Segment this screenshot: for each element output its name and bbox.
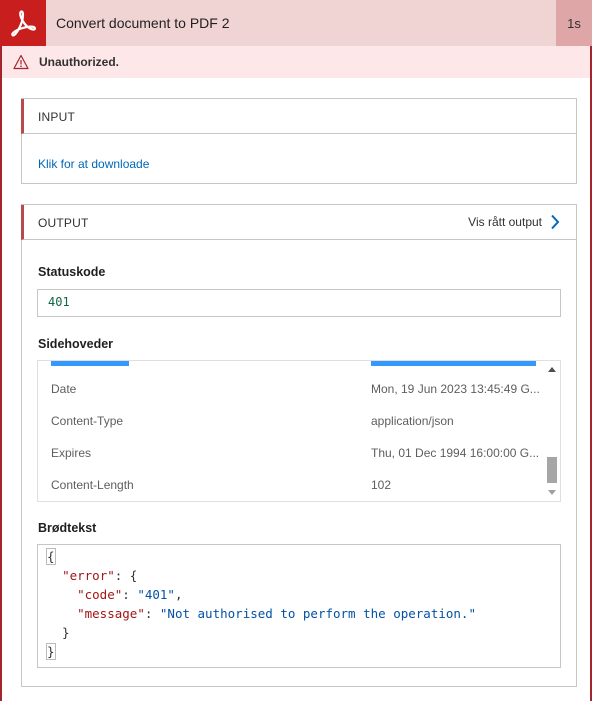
scrollbar-thumb[interactable] [547, 457, 557, 483]
table-row: Content-Length 102 [38, 470, 546, 501]
status-code-field: 401 [37, 289, 561, 317]
action-header[interactable]: Convert document to PDF 2 1s [0, 0, 592, 46]
duration-badge: 1s [556, 0, 592, 46]
json-key: "error" [62, 568, 115, 583]
error-banner: Unauthorized. [2, 46, 590, 78]
input-section-label: INPUT [38, 110, 75, 124]
adobe-acrobat-icon [0, 0, 46, 46]
show-raw-output-label: Vis rått output [468, 215, 542, 229]
header-key: Content-Type [51, 414, 124, 428]
response-body: { "error": { "code": "401", "message": "… [37, 544, 561, 668]
json-value: "401" [137, 587, 175, 602]
input-section: INPUT Klik for at downloade [21, 98, 577, 184]
header-value: 102 [371, 478, 392, 492]
output-section-header: OUTPUT Vis rått output [21, 205, 576, 240]
json-key: "message" [77, 606, 145, 621]
json-value: "Not authorised to perform the operation… [159, 606, 476, 621]
header-value: Mon, 19 Jun 2023 13:45:49 G... [371, 382, 540, 396]
input-section-header: INPUT [21, 99, 576, 134]
action-title: Convert document to PDF 2 [56, 15, 230, 31]
header-value: Thu, 01 Dec 1994 16:00:00 G... [371, 446, 540, 460]
download-link[interactable]: Klik for at downloade [38, 157, 149, 171]
warning-icon [13, 54, 29, 70]
json-brace: } [46, 643, 56, 660]
headers-scrollbar[interactable] [544, 361, 560, 501]
scroll-up-arrow-icon[interactable] [548, 367, 556, 372]
show-raw-output-button[interactable]: Vis rått output [468, 214, 560, 230]
json-brace: { [46, 548, 56, 565]
headers-label: Sidehoveder [38, 337, 114, 351]
headers-table[interactable]: Date Mon, 19 Jun 2023 13:45:49 G... Cont… [37, 360, 561, 502]
error-message: Unauthorized. [39, 55, 119, 69]
body-label: Brødtekst [38, 521, 97, 535]
output-section: OUTPUT Vis rått output Statuskode 401 Si… [21, 204, 577, 687]
header-key: Date [51, 382, 77, 396]
table-row: Date Mon, 19 Jun 2023 13:45:49 G... [38, 374, 546, 406]
scroll-down-arrow-icon[interactable] [548, 490, 556, 495]
header-key: Expires [51, 446, 92, 460]
status-code-label: Statuskode [38, 265, 106, 279]
output-section-label: OUTPUT [38, 216, 89, 230]
header-value: application/json [371, 414, 454, 428]
table-row: Content-Type application/json [38, 406, 546, 438]
header-key: Content-Length [51, 478, 134, 492]
chevron-right-icon [551, 214, 560, 230]
selected-text-highlight [51, 361, 129, 366]
selected-text-highlight [371, 361, 536, 366]
json-key: "code" [77, 587, 123, 602]
table-row: Expires Thu, 01 Dec 1994 16:00:00 G... [38, 438, 546, 470]
